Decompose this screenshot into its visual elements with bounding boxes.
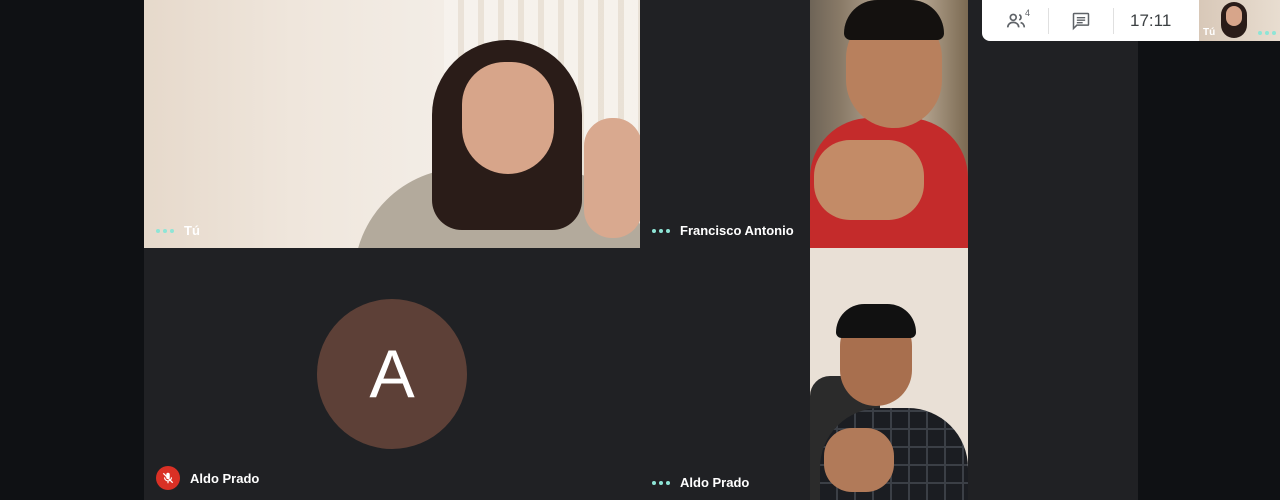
participant-label: Francisco Antonio bbox=[652, 223, 794, 238]
participants-count: 4 bbox=[1024, 7, 1030, 18]
toolbar-divider bbox=[1048, 7, 1049, 34]
speaking-dots-icon bbox=[652, 228, 670, 233]
participant-tile-aldo-avatar[interactable]: A Aldo Prado bbox=[144, 248, 640, 500]
participants-button[interactable]: 4 bbox=[996, 5, 1036, 37]
video-person-hair bbox=[836, 304, 916, 338]
video-person-face bbox=[1226, 6, 1242, 26]
participant-video bbox=[810, 0, 968, 248]
self-preview-thumbnail[interactable]: Tú bbox=[1199, 0, 1280, 41]
avatar: A bbox=[317, 299, 467, 449]
toolbar-divider bbox=[1113, 7, 1114, 34]
mic-off-icon bbox=[156, 466, 180, 490]
speaking-dots-icon bbox=[1258, 31, 1276, 35]
video-person-face bbox=[462, 62, 554, 174]
chat-icon bbox=[1072, 12, 1090, 30]
participant-label: Tú bbox=[156, 223, 200, 238]
video-hand bbox=[584, 118, 640, 238]
participant-name: Aldo Prado bbox=[680, 475, 750, 490]
participant-label: Aldo Prado bbox=[652, 475, 749, 490]
video-person-hair bbox=[844, 0, 944, 40]
participant-name: Tú bbox=[184, 223, 200, 238]
participant-video bbox=[810, 248, 968, 500]
speaking-dots-icon bbox=[156, 228, 174, 233]
participant-name: Francisco Antonio bbox=[680, 223, 794, 238]
video-hand bbox=[814, 140, 924, 220]
participant-name: Aldo Prado bbox=[190, 470, 260, 486]
video-hand bbox=[824, 428, 894, 492]
participant-tile-aldo-video[interactable]: Aldo Prado bbox=[640, 248, 1138, 500]
participant-tile-self[interactable]: Tú bbox=[144, 0, 640, 248]
self-preview-label: Tú bbox=[1203, 27, 1216, 38]
participant-label: Aldo Prado bbox=[156, 466, 259, 490]
meeting-toolbar: 4 17:11 bbox=[982, 0, 1199, 41]
avatar-letter: A bbox=[369, 336, 415, 412]
meeting-clock: 17:11 bbox=[1130, 10, 1172, 30]
people-icon bbox=[1006, 13, 1026, 27]
chat-button[interactable] bbox=[1061, 5, 1101, 37]
speaking-dots-icon bbox=[652, 480, 670, 485]
